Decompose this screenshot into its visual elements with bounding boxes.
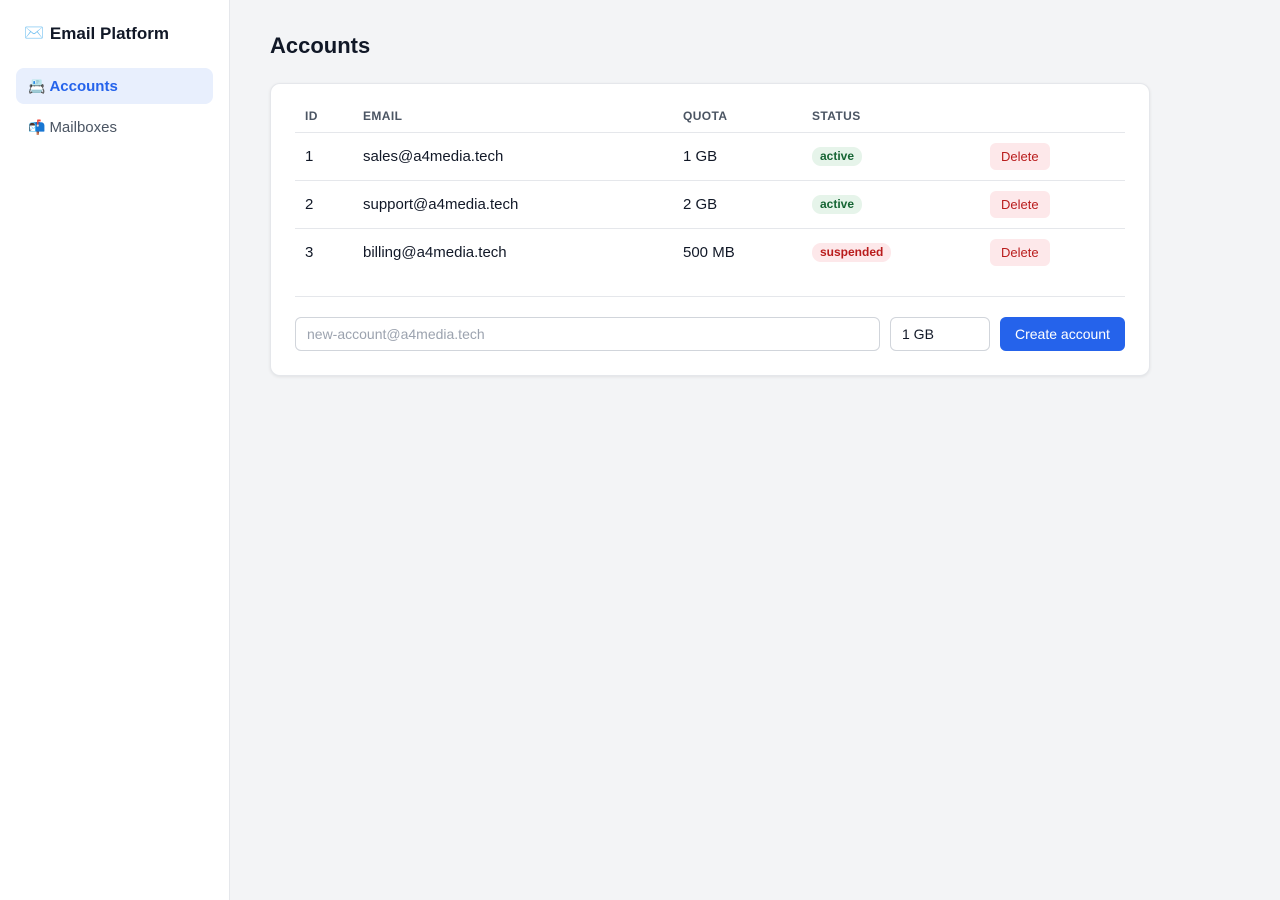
column-header-actions [980,100,1125,133]
table-row: 2 support@a4media.tech 2 GB active Delet… [295,180,1125,229]
cell-email: support@a4media.tech [353,180,673,229]
sidebar: ✉️ Email Platform 📇 Accounts 📬 Mailboxes [0,0,230,900]
delete-button[interactable]: Delete [990,238,1050,266]
delete-button[interactable]: Delete [990,190,1050,218]
new-account-quota-input[interactable] [890,317,990,351]
table-row: 1 sales@a4media.tech 1 GB active Delete [295,132,1125,181]
create-account-button[interactable]: Create account [1000,317,1125,351]
cell-status: suspended [802,228,980,276]
status-badge: active [812,146,863,166]
sidebar-nav: 📇 Accounts 📬 Mailboxes [16,68,213,145]
sidebar-item-mailboxes[interactable]: 📬 Mailboxes [16,109,213,145]
cell-id: 2 [295,180,353,229]
main-content: Accounts ID EMAIL QUOTA STATUS 1 sales@a… [230,0,1280,900]
accounts-table: ID EMAIL QUOTA STATUS 1 sales@a4media.te… [295,100,1125,276]
brand-title: Email Platform [49,24,169,43]
envelope-icon: ✉️ [24,25,44,42]
new-account-email-input[interactable] [295,317,880,351]
column-header-quota: QUOTA [673,100,802,133]
cell-status: active [802,132,980,181]
cell-status: active [802,180,980,229]
sidebar-item-label: Mailboxes [49,118,117,136]
status-badge: suspended [812,242,892,262]
status-badge: active [812,194,863,214]
column-header-id: ID [295,100,353,133]
cell-email: billing@a4media.tech [363,243,507,261]
cell-id: 3 [305,243,314,261]
sidebar-item-label: Accounts [49,77,118,95]
cell-quota: 2 GB [673,180,802,229]
column-header-status: STATUS [802,100,980,133]
create-account-form: Create account [295,317,1125,351]
cell-quota: 1 GB [673,132,802,181]
page-title: Accounts [270,33,371,58]
cell-actions: Delete [980,180,1125,229]
brand: ✉️ Email Platform [16,24,213,44]
delete-button[interactable]: Delete [990,142,1050,170]
cell-id: 1 [295,132,353,181]
cell-quota: 500 MB [683,243,735,261]
table-row: 3 billing@a4media.tech 500 MB suspended … [295,228,1125,276]
mailbox-icon: 📬 [28,119,46,135]
accounts-card: ID EMAIL QUOTA STATUS 1 sales@a4media.te… [270,83,1150,376]
cell-actions: Delete [980,132,1125,181]
cell-actions: Delete [980,228,1125,276]
cell-email: sales@a4media.tech [353,132,673,181]
table-header-row: ID EMAIL QUOTA STATUS [295,100,1125,133]
sidebar-item-accounts[interactable]: 📇 Accounts [16,68,213,104]
column-header-email: EMAIL [353,100,673,133]
divider [295,296,1125,297]
card-index-icon: 📇 [28,78,46,94]
